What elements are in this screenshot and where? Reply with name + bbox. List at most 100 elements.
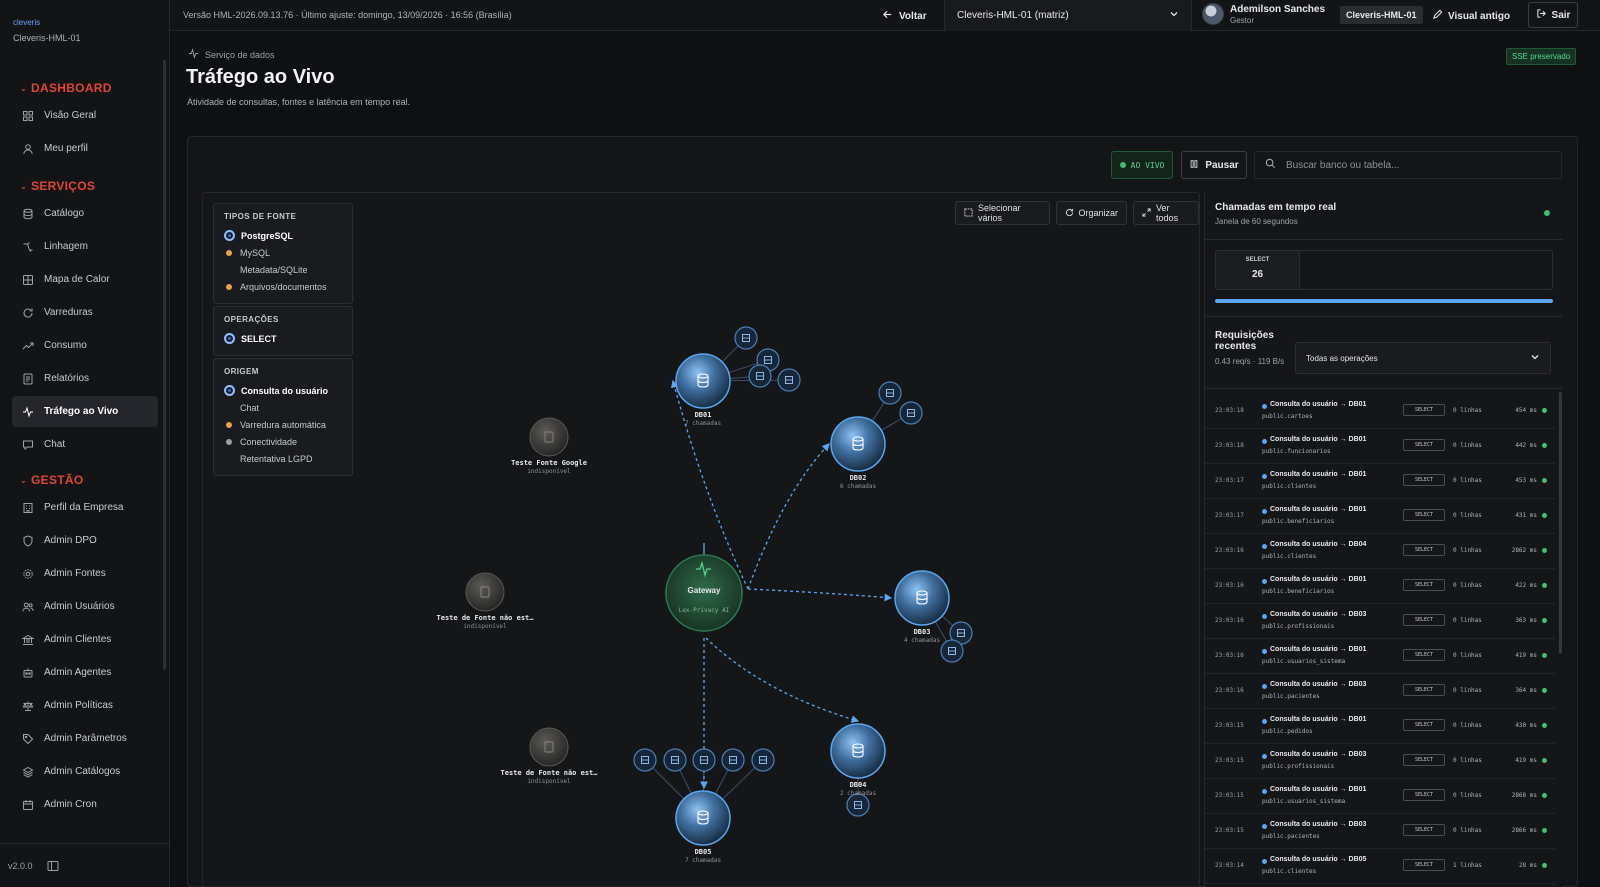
sidebar-item-admin-clientes[interactable]: Admin Clientes xyxy=(12,624,158,655)
sidebar-item-admin-usuarios[interactable]: Admin Usuários xyxy=(12,591,158,622)
back-button[interactable]: Voltar xyxy=(882,6,927,26)
sidebar-scrollbar[interactable] xyxy=(163,60,166,670)
request-row[interactable]: 23:03:17 Consulta do usuário → DB01 public… xyxy=(1205,464,1555,499)
sidebar-item-admin-catalogos[interactable]: Admin Catálogos xyxy=(12,756,158,787)
filter-option-label: Conectividade xyxy=(240,436,298,447)
filter-option-origin[interactable]: Varredura automática xyxy=(224,416,342,433)
sidebar-section-serviços[interactable]: ⌄ SERVIÇOS xyxy=(0,176,170,196)
select-multiple-button[interactable]: Selecionar vários xyxy=(955,201,1050,225)
chevron-down-icon: ⌄ xyxy=(20,83,28,93)
pause-button[interactable]: Pausar xyxy=(1181,151,1247,179)
search-input[interactable] xyxy=(1286,159,1536,171)
filter-option-source-type[interactable]: MySQL xyxy=(224,244,342,261)
node-subtitle: 6 chamadas xyxy=(839,483,877,490)
filter-source-types: TIPOS DE FONTE PostgreSQL MySQL Metadata/SQ… xyxy=(213,203,353,304)
sidebar-item-admin-cron[interactable]: Admin Cron xyxy=(12,789,158,820)
node-subtitle: 2 chamadas xyxy=(839,790,877,797)
request-row[interactable]: 23:03:14 Consulta do usuário → DB05 public… xyxy=(1205,849,1555,884)
sidebar-item-label: Visão Geral xyxy=(44,110,97,121)
environment-select[interactable]: Cleveris-HML-01 (matriz) xyxy=(944,0,1192,31)
sidebar-item-admin-fontes[interactable]: Admin Fontes xyxy=(12,558,158,589)
request-origin-dot xyxy=(1262,649,1267,654)
database-node xyxy=(830,723,886,779)
sidebar-item-linhagem[interactable]: Linhagem xyxy=(12,231,158,262)
request-row[interactable]: 23:03:15 Consulta do usuário → DB03 public… xyxy=(1205,814,1555,849)
request-label: Consulta do usuário → DB01 xyxy=(1270,436,1367,443)
breadcrumb-label: Serviço de dados xyxy=(205,49,275,60)
sidebar-item-admin-politicas[interactable]: Admin Políticas xyxy=(12,690,158,721)
sidebar-item-visao-geral[interactable]: Visão Geral xyxy=(12,100,158,131)
database-label-db01[interactable]: DB01 7 chamadas xyxy=(638,411,768,427)
request-status-dot xyxy=(1542,443,1547,448)
database-label-db02[interactable]: DB02 6 chamadas xyxy=(793,474,923,490)
gateway-label[interactable]: Gateway Lex-Privacy AI xyxy=(654,586,754,614)
sidebar-item-admin-agentes[interactable]: Admin Agentes xyxy=(12,657,158,688)
request-row[interactable]: 23:03:16 Consulta do usuário → DB03 public… xyxy=(1205,604,1555,639)
sidebar-item-admin-parametros[interactable]: Admin Parâmetros xyxy=(12,723,158,754)
divider xyxy=(1205,388,1563,389)
logout-button[interactable]: Sair xyxy=(1528,2,1578,28)
offline-source-label[interactable]: Teste Fonte Google indisponível xyxy=(484,459,614,475)
request-row[interactable]: 23:03:18 Consulta do usuário → DB01 public… xyxy=(1205,394,1555,429)
sidebar-item-trafego-ao-vivo[interactable]: Tráfego ao Vivo xyxy=(12,396,158,427)
filter-option-origin[interactable]: Retentativa LGPD xyxy=(224,450,342,467)
pause-icon xyxy=(1189,159,1199,172)
database-label-db05[interactable]: DB05 7 chamadas xyxy=(638,848,768,864)
sidebar-item-varreduras[interactable]: Varreduras xyxy=(12,297,158,328)
sidebar-section-gestão[interactable]: ⌄ GESTÃO xyxy=(0,470,170,490)
sidebar-item-consumo[interactable]: Consumo xyxy=(12,330,158,361)
sidebar-item-catalogo[interactable]: Catálogo xyxy=(12,198,158,229)
filter-option-source-type[interactable]: PostgreSQL xyxy=(224,227,342,244)
database-label-db04[interactable]: DB04 2 chamadas xyxy=(793,781,923,797)
activity-icon xyxy=(188,48,199,61)
live-indicator-dot xyxy=(1119,162,1126,168)
request-row[interactable]: 23:03:16 Consulta do usuário → DB01 public… xyxy=(1205,639,1555,674)
request-row[interactable]: 23:03:15 Consulta do usuário → DB03 public… xyxy=(1205,744,1555,779)
stat-select[interactable]: SELECT 26 xyxy=(1216,251,1300,289)
sidebar-item-admin-dpo[interactable]: Admin DPO xyxy=(12,525,158,556)
sidebar-item-chat[interactable]: Chat xyxy=(12,429,158,460)
filter-option-label: Retentativa LGPD xyxy=(240,453,313,464)
filter-title: TIPOS DE FONTE xyxy=(224,212,297,221)
version-info: Versão HML-2026.09.13.76 · Último ajuste… xyxy=(183,10,512,20)
app-version: v2.0.0 xyxy=(8,860,33,871)
legacy-visual-label: Visual antigo xyxy=(1448,10,1511,22)
sidebar-item-relatorios[interactable]: Relatórios xyxy=(12,363,158,394)
request-row[interactable]: 23:03:17 Consulta do usuário → DB01 public… xyxy=(1205,499,1555,534)
sidebar-item-perfil-da-empresa[interactable]: Perfil da Empresa xyxy=(12,492,158,523)
organize-button[interactable]: Organizar xyxy=(1055,201,1128,225)
request-row[interactable]: 23:03:15 Consulta do usuário → DB01 public… xyxy=(1205,779,1555,814)
request-origin-dot xyxy=(1262,789,1267,794)
request-list-scrollbar[interactable] xyxy=(1559,392,1562,654)
legacy-visual-button[interactable]: Visual antigo xyxy=(1432,6,1510,26)
request-status-dot xyxy=(1542,758,1547,763)
operation-filter-select[interactable]: Todas as operações xyxy=(1295,342,1551,374)
request-row[interactable]: 23:03:16 Consulta do usuário → DB01 public… xyxy=(1205,569,1555,604)
sidebar-section-label: GESTÃO xyxy=(31,473,84,487)
request-latency: 442 ms xyxy=(1515,442,1537,449)
database-label-db03[interactable]: DB03 4 chamadas xyxy=(857,628,987,644)
sidebar-section-dashboard[interactable]: ⌄ DASHBOARD xyxy=(0,78,170,98)
offline-source-label[interactable]: Teste de Fonte não est… indisponível xyxy=(420,614,550,630)
offline-source-label[interactable]: Teste de Fonte não est… indisponível xyxy=(484,769,614,785)
filter-option-origin[interactable]: Consulta do usuário xyxy=(224,382,342,399)
live-toggle-button[interactable]: AO VIVO xyxy=(1111,151,1173,179)
filter-option-origin[interactable]: Conectividade xyxy=(224,433,342,450)
sidebar-item-mapa-de-calor[interactable]: Mapa de Calor xyxy=(12,264,158,295)
filter-option-operation[interactable]: SELECT xyxy=(224,330,342,347)
sidebar-item-meu-perfil[interactable]: Meu perfil xyxy=(12,133,158,164)
request-row[interactable]: 23:03:16 Consulta do usuário → DB04 public… xyxy=(1205,534,1555,569)
traffic-graph[interactable]: Selecionar vários Organizar Ver todos TI… xyxy=(202,192,1200,887)
collapse-sidebar-icon[interactable] xyxy=(47,860,59,872)
sidebar-nav: ⌄ DASHBOARD Visão Geral Meu perfil ⌄ SERVIÇOS… xyxy=(0,74,170,822)
request-row[interactable]: 23:03:18 Consulta do usuário → DB01 public… xyxy=(1205,429,1555,464)
brand[interactable]: cleveris Cleveris-HML-01 xyxy=(13,18,81,43)
user-menu[interactable]: Ademilson Sanches Gestor xyxy=(1202,3,1325,25)
requests-title: Requisições recentes xyxy=(1215,330,1274,352)
request-row[interactable]: 23:03:16 Consulta do usuário → DB03 public… xyxy=(1205,674,1555,709)
filter-option-source-type[interactable]: Metadata/SQLite xyxy=(224,261,342,278)
view-all-button[interactable]: Ver todos xyxy=(1133,201,1199,225)
filter-option-origin[interactable]: Chat xyxy=(224,399,342,416)
request-row[interactable]: 23:03:15 Consulta do usuário → DB01 public… xyxy=(1205,709,1555,744)
filter-option-source-type[interactable]: Arquivos/documentos xyxy=(224,278,342,295)
